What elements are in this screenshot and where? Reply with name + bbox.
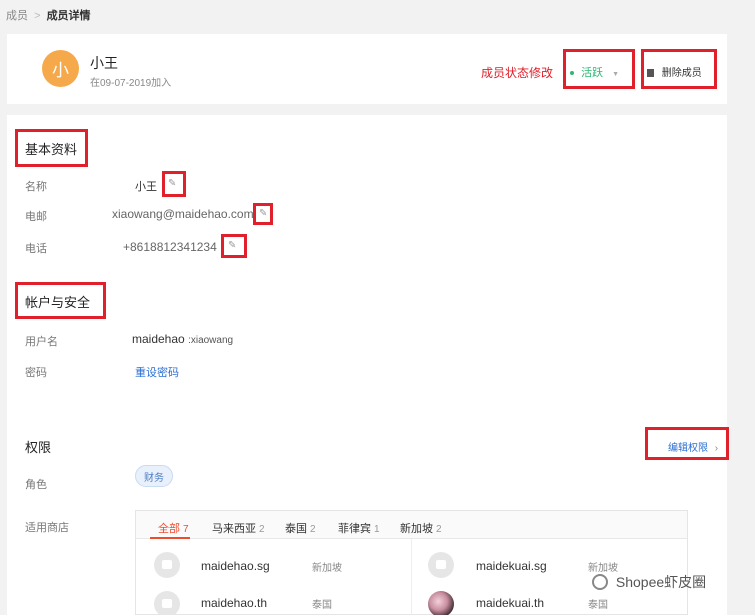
applicable-shops-label: 适用商店 — [25, 522, 69, 534]
tab-thailand[interactable]: 泰国 2 — [285, 520, 316, 536]
shops-column-divider — [411, 539, 412, 615]
role-label: 角色 — [25, 479, 47, 491]
annotation-box-edit-email — [253, 203, 273, 225]
avatar-letter: 小 — [52, 61, 69, 80]
name-label: 名称 — [25, 181, 47, 193]
role-value: 财务 — [144, 472, 164, 484]
reset-password-link[interactable]: 重设密码 — [135, 364, 179, 380]
username-main: maidehao — [132, 332, 185, 346]
member-joined-date: 在09-07-2019加入 — [90, 78, 172, 89]
tab-thailand-label: 泰国 — [285, 523, 307, 535]
shops-panel: 全部 7 马来西亚 2 泰国 2 菲律宾 1 新加坡 2 maidehao.sg 新加坡 … — [135, 510, 688, 615]
tab-singapore-count: 2 — [436, 524, 442, 535]
breadcrumb: 成员 > 成员详情 — [6, 7, 91, 23]
shop-name: maidekuai.sg — [476, 559, 547, 573]
shop-country: 泰国 — [312, 600, 332, 611]
role-badge: 财务 — [135, 465, 173, 487]
breadcrumb-parent[interactable]: 成员 — [6, 10, 28, 22]
email-label: 电邮 — [25, 211, 47, 223]
avatar: 小 — [42, 50, 79, 87]
shop-country: 新加坡 — [312, 563, 342, 574]
shop-name: maidekuai.th — [476, 596, 545, 610]
annotation-box-delete — [641, 49, 717, 89]
shop-name: maidehao.sg — [201, 559, 270, 573]
tab-singapore[interactable]: 新加坡 2 — [400, 520, 442, 536]
tab-philippines[interactable]: 菲律宾 1 — [338, 520, 380, 536]
member-detail-card: 基本资料 名称 小王 ✎ 电邮 xiaowang@maidehao.com ✎ … — [7, 115, 727, 615]
tab-philippines-count: 1 — [374, 524, 380, 535]
permissions-title: 权限 — [25, 440, 52, 455]
username-value: maidehao :xiaowang — [132, 332, 233, 346]
tab-malaysia-count: 2 — [259, 524, 265, 535]
annotation-box-account — [15, 282, 106, 319]
tab-malaysia-label: 马来西亚 — [212, 523, 256, 535]
tab-singapore-label: 新加坡 — [400, 523, 433, 535]
annotation-box-edit-permissions — [645, 427, 729, 460]
shop-country: 泰国 — [588, 600, 608, 611]
username-sub: :xiaowang — [188, 335, 234, 346]
shop-name: maidehao.th — [201, 596, 268, 610]
breadcrumb-current: 成员详情 — [46, 10, 91, 22]
shop-icon — [154, 591, 180, 615]
tab-thailand-count: 2 — [310, 524, 316, 535]
watermark-text: Shopee虾皮圈 — [615, 574, 707, 590]
annotation-box-edit-name — [162, 171, 186, 197]
tab-all-count: 7 — [183, 524, 189, 535]
tab-active-indicator — [150, 537, 190, 539]
annotation-box-status — [563, 49, 635, 89]
member-name: 小王 — [90, 55, 118, 71]
shop-icon — [154, 552, 180, 578]
annotation-box-edit-phone — [221, 234, 247, 258]
shop-icon — [428, 552, 454, 578]
shop-avatar-photo — [428, 591, 454, 615]
annotation-box-basic-info — [15, 129, 88, 167]
name-value: 小王 — [135, 181, 157, 193]
email-value: xiaowang@maidehao.com — [112, 207, 254, 221]
watermark: Shopee虾皮圈 — [592, 572, 706, 592]
password-label: 密码 — [25, 367, 47, 379]
status-annotation: 成员状态修改 — [481, 66, 554, 80]
watermark-logo-icon — [592, 574, 608, 590]
username-label: 用户名 — [25, 336, 58, 348]
tab-malaysia[interactable]: 马来西亚 2 — [212, 520, 265, 536]
breadcrumb-separator: > — [34, 10, 41, 22]
phone-label: 电话 — [25, 243, 47, 255]
phone-value: +8618812341234 — [123, 240, 217, 254]
tab-philippines-label: 菲律宾 — [338, 523, 371, 535]
tab-all[interactable]: 全部 7 — [158, 520, 189, 536]
tab-all-label: 全部 — [158, 523, 180, 535]
